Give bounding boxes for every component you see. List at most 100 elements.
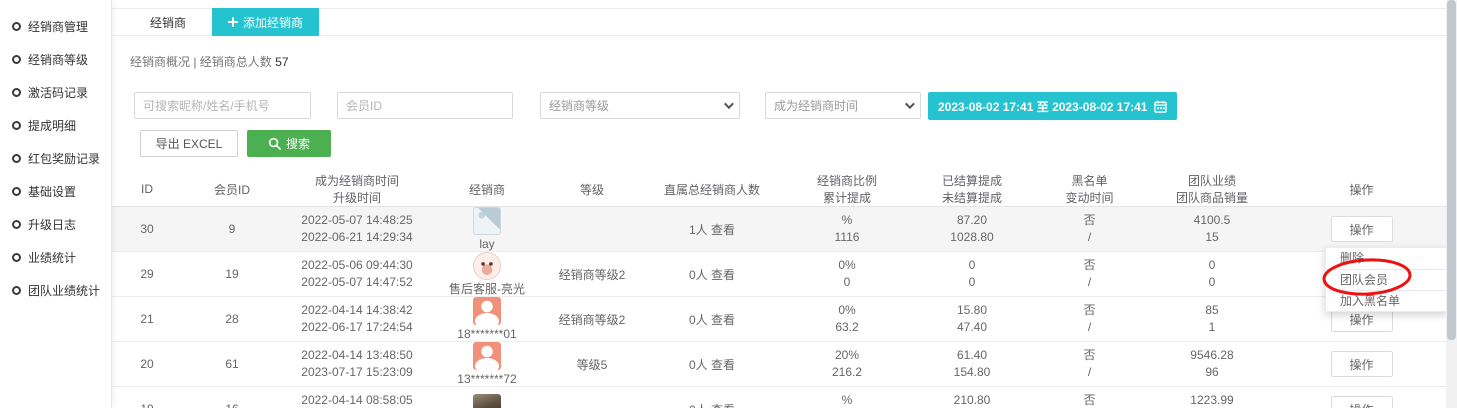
- cell-blacklist: 否/: [1032, 207, 1147, 252]
- circle-icon: [12, 286, 21, 295]
- cell-id: 19: [112, 387, 182, 408]
- sidebar-item-performance-stats[interactable]: 业绩统计: [0, 241, 111, 274]
- sidebar-item-dealer-management[interactable]: 经销商管理: [0, 10, 111, 43]
- cell-dealer: 售后客服-亮光: [432, 252, 542, 297]
- action-button[interactable]: 操作: [1331, 216, 1393, 242]
- col-header-team: 团队业绩团队商品销量: [1147, 172, 1277, 207]
- view-link[interactable]: 查看: [711, 358, 735, 372]
- action-dropdown-menu: 删除 团队会员 加入黑名单: [1325, 247, 1447, 312]
- cell-id: 20: [112, 342, 182, 387]
- dealer-summary: 经销商概况 | 经销商总人数 57: [130, 53, 289, 70]
- date-range-value: 2023-08-02 17:41 至 2023-08-02 17:41: [938, 98, 1148, 115]
- screen: 经销商管理 经销商等级 激活码记录 提成明细 红包奖励记录 基础设置 升级日志 …: [0, 0, 1457, 408]
- view-link[interactable]: 查看: [711, 313, 735, 327]
- sidebar-item-commission-details[interactable]: 提成明细: [0, 109, 111, 142]
- cell-team: 4100.515: [1147, 207, 1277, 252]
- action-button[interactable]: 操作: [1331, 351, 1393, 377]
- sidebar-item-basic-settings[interactable]: 基础设置: [0, 175, 111, 208]
- view-link[interactable]: 查看: [711, 223, 735, 237]
- summary-label: 经销商概况 | 经销商总人数: [130, 55, 272, 69]
- cell-member-id: 28: [182, 297, 282, 342]
- cell-team: 00: [1147, 252, 1277, 297]
- table-row: 21 28 2022-04-14 14:38:422022-06-17 17:2…: [112, 297, 1446, 342]
- circle-icon: [12, 154, 21, 163]
- cell-dealer: lay: [432, 207, 542, 252]
- action-button[interactable]: 操作: [1331, 396, 1393, 408]
- avatar: [473, 207, 501, 235]
- dropdown-item-add-to-blacklist[interactable]: 加入黑名单: [1326, 290, 1446, 311]
- sidebar-item-dealer-level[interactable]: 经销商等级: [0, 43, 111, 76]
- scrollbar-thumb[interactable]: [1447, 0, 1456, 340]
- table-header-row: ID 会员ID 成为经销商时间升级时间 经销商 等级 直属总经销商人数 经销商比…: [112, 172, 1446, 207]
- col-header-settlement: 已结算提成未结算提成: [912, 172, 1032, 207]
- col-header-blacklist: 黑名单变动时间: [1032, 172, 1147, 207]
- col-header-action: 操作: [1277, 172, 1446, 207]
- keyword-search-input[interactable]: [134, 92, 311, 119]
- vertical-scrollbar[interactable]: [1446, 0, 1457, 408]
- cell-action: 操作: [1277, 387, 1446, 408]
- cell-level: 经销商等级2: [542, 297, 642, 342]
- sidebar-item-label: 经销商管理: [28, 18, 88, 35]
- sidebar-item-label: 提成明细: [28, 117, 76, 134]
- dealer-level-select-value: 经销商等级: [549, 97, 609, 114]
- cell-level: [542, 387, 642, 408]
- member-id-input[interactable]: [337, 92, 513, 119]
- cell-member-id: 61: [182, 342, 282, 387]
- tab-dealer[interactable]: 经销商: [150, 14, 186, 31]
- sidebar-item-label: 红包奖励记录: [28, 150, 100, 167]
- chevron-down-icon: [724, 99, 734, 109]
- circle-icon: [12, 253, 21, 262]
- cell-id: 21: [112, 297, 182, 342]
- sidebar-item-activation-code-records[interactable]: 激活码记录: [0, 76, 111, 109]
- dealer-table: ID 会员ID 成为经销商时间升级时间 经销商 等级 直属总经销商人数 经销商比…: [112, 172, 1446, 408]
- sidebar-item-team-performance-stats[interactable]: 团队业绩统计: [0, 274, 111, 307]
- circle-icon: [12, 187, 21, 196]
- col-header-ratio: 经销商比例累计提成: [782, 172, 912, 207]
- dropdown-item-team-members[interactable]: 团队会员: [1326, 269, 1446, 290]
- dealer-name: 售后客服-亮光: [449, 282, 525, 296]
- search-button[interactable]: 搜索: [247, 130, 331, 157]
- avatar: [473, 297, 501, 325]
- calendar-icon: [1154, 100, 1167, 113]
- add-dealer-button[interactable]: 添加经销商: [212, 8, 319, 36]
- cell-settlement: 15.8047.40: [912, 297, 1032, 342]
- col-header-time: 成为经销商时间升级时间: [282, 172, 432, 207]
- table-row: 20 61 2022-04-14 13:48:502023-07-17 15:2…: [112, 342, 1446, 387]
- sidebar-item-upgrade-log[interactable]: 升级日志: [0, 208, 111, 241]
- cell-direct-count: 0人 查看: [642, 342, 782, 387]
- dropdown-item-delete[interactable]: 删除: [1326, 248, 1446, 269]
- cell-settlement: 210.804113.83: [912, 387, 1032, 408]
- date-range-button[interactable]: 2023-08-02 17:41 至 2023-08-02 17:41: [928, 92, 1177, 120]
- sidebar-item-label: 基础设置: [28, 183, 76, 200]
- cell-action: 操作: [1277, 207, 1446, 252]
- sidebar: 经销商管理 经销商等级 激活码记录 提成明细 红包奖励记录 基础设置 升级日志 …: [0, 0, 112, 408]
- add-dealer-label: 添加经销商: [243, 14, 303, 31]
- cell-member-id: 16: [182, 387, 282, 408]
- view-link[interactable]: 查看: [711, 403, 735, 408]
- cell-times: 2022-04-14 08:58:052022-09-02 11:52:52: [282, 387, 432, 408]
- sidebar-item-label: 升级日志: [28, 216, 76, 233]
- circle-icon: [12, 55, 21, 64]
- table-row: 19 16 2022-04-14 08:58:052022-09-02 11:5…: [112, 387, 1446, 408]
- cell-blacklist: 否/: [1032, 252, 1147, 297]
- cell-team: 1223.994: [1147, 387, 1277, 408]
- cell-ratio: 20%216.2: [782, 342, 912, 387]
- circle-icon: [12, 220, 21, 229]
- avatar: [473, 252, 501, 280]
- cell-ratio: %4427.63: [782, 387, 912, 408]
- view-link[interactable]: 查看: [711, 268, 735, 282]
- dealer-level-select[interactable]: 经销商等级: [540, 92, 740, 119]
- cell-level: 经销商等级2: [542, 252, 642, 297]
- export-excel-button[interactable]: 导出 EXCEL: [140, 130, 238, 157]
- col-header-direct-count: 直属总经销商人数: [642, 172, 782, 207]
- circle-icon: [12, 121, 21, 130]
- cell-team: 9546.2896: [1147, 342, 1277, 387]
- search-icon: [268, 137, 281, 150]
- col-header-member-id: 会员ID: [182, 172, 282, 207]
- search-button-label: 搜索: [286, 135, 310, 152]
- sidebar-item-redpacket-reward-records[interactable]: 红包奖励记录: [0, 142, 111, 175]
- sidebar-item-label: 业绩统计: [28, 249, 76, 266]
- become-time-select[interactable]: 成为经销商时间: [765, 92, 921, 119]
- cell-settlement: 87.201028.80: [912, 207, 1032, 252]
- cell-times: 2022-04-14 14:38:422022-06-17 17:24:54: [282, 297, 432, 342]
